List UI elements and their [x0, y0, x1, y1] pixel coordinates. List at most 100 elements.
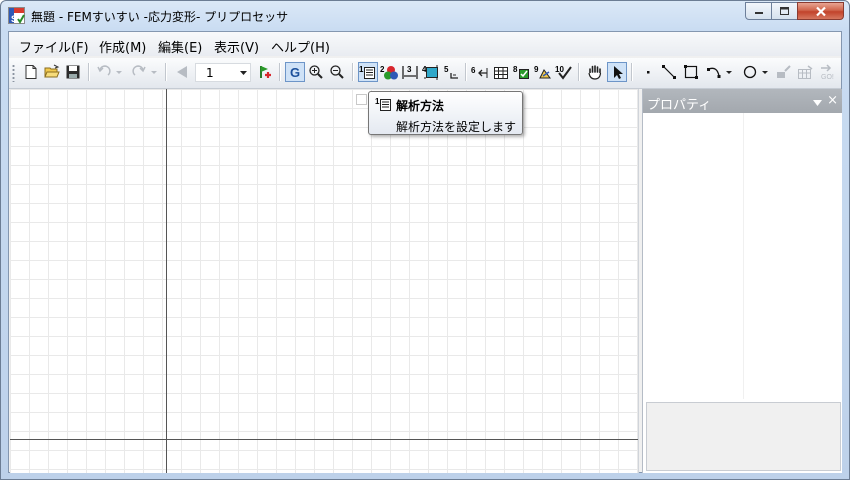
step4-mesh-button[interactable]: 4 — [421, 62, 441, 82]
menu-file[interactable]: ファイル(F) — [19, 37, 89, 56]
save-button[interactable] — [63, 62, 83, 82]
line-icon — [662, 65, 676, 79]
step10-check-icon: 10 — [555, 65, 572, 80]
tooltip-anchor-marker — [356, 94, 367, 105]
svg-text:1: 1 — [359, 65, 364, 74]
step-select-value: 1 — [206, 66, 214, 80]
toolbar-separator — [88, 63, 90, 81]
step10-check-button[interactable]: 10 — [554, 62, 574, 82]
app-icon[interactable]: S — [8, 7, 25, 24]
select-pointer-button[interactable] — [607, 62, 627, 82]
hand-pan-icon — [588, 65, 602, 80]
toolbar-grip[interactable] — [12, 64, 15, 82]
open-folder-icon — [44, 64, 60, 78]
tooltip: 1 解析方法 解析方法を設定します — [368, 91, 523, 135]
properties-header[interactable]: プロパティ × — [643, 89, 842, 113]
toolbar-separator — [631, 63, 633, 81]
maximize-icon — [780, 7, 789, 15]
app-icon-letter: S — [11, 14, 17, 24]
step8-button[interactable]: 8 — [512, 62, 532, 82]
minimize-icon — [754, 12, 763, 14]
svg-text:3: 3 — [407, 65, 412, 74]
svg-text:1: 1 — [375, 97, 380, 106]
properties-close-icon[interactable]: × — [827, 94, 838, 107]
x-axis-line — [10, 439, 638, 440]
pointer-icon — [614, 66, 623, 79]
svg-text:9: 9 — [534, 65, 539, 74]
step-select[interactable]: 1 — [195, 63, 251, 82]
dropdown-arrow-icon[interactable] — [813, 95, 822, 109]
prev-step-button[interactable] — [172, 62, 192, 82]
menu-create[interactable]: 作成(M) — [99, 37, 146, 56]
toolbar-separator — [352, 63, 354, 81]
svg-text:2: 2 — [380, 65, 385, 74]
step4-mesh-icon: 4 — [422, 65, 438, 80]
y-axis-line — [166, 89, 167, 473]
menu-edit[interactable]: 編集(E) — [158, 37, 202, 56]
step6-constraint-icon: 6 — [471, 66, 488, 78]
step3-dimension-button[interactable]: 3 — [400, 62, 420, 82]
step7-table-button[interactable] — [491, 62, 511, 82]
close-button[interactable] — [797, 2, 844, 20]
minimize-button[interactable] — [745, 2, 772, 20]
zoom-out-button[interactable] — [327, 62, 347, 82]
block-icon — [777, 65, 791, 78]
title-bar[interactable]: S 無題 - FEMすいすい -応力変形- プリプロセッサ — [1, 1, 849, 31]
step9-button[interactable]: 9 — [533, 62, 553, 82]
step3-dimension-icon: 3 — [402, 65, 418, 79]
drawing-canvas[interactable] — [10, 89, 639, 473]
chevron-down-icon[interactable] — [237, 65, 249, 80]
step8-icon: 8 — [513, 65, 529, 79]
new-file-icon — [25, 65, 37, 79]
step7-table-icon — [494, 67, 508, 79]
menu-help[interactable]: ヘルプ(H) — [271, 37, 330, 56]
zoom-in-button[interactable] — [306, 62, 326, 82]
window-title: 無題 - FEMすいすい -応力変形- プリプロセッサ — [31, 10, 289, 24]
zoom-out-icon — [330, 65, 344, 79]
go-run-button[interactable]: GO! — [817, 62, 837, 82]
menu-view[interactable]: 表示(V) — [214, 37, 259, 56]
grid-g-icon: G — [290, 65, 300, 80]
toolbar-separator — [578, 63, 580, 81]
step2-material-button[interactable]: 2 — [379, 62, 399, 82]
step1-analysis-icon: 1 — [359, 65, 375, 79]
undo-button[interactable] — [95, 62, 125, 82]
app-window: S 無題 - FEMすいすい -応力変形- プリプロセッサ ファイル(F) 作成… — [0, 0, 850, 480]
draw-rectangle-button[interactable] — [681, 62, 701, 82]
mesh-grid-button[interactable] — [795, 62, 815, 82]
new-file-button[interactable] — [21, 62, 41, 82]
close-icon — [815, 6, 826, 16]
draw-circle-button[interactable] — [741, 62, 771, 82]
property-grid-divider — [743, 113, 744, 399]
step6-constraint-button[interactable]: 6 — [470, 62, 490, 82]
draw-line-button[interactable] — [659, 62, 679, 82]
pan-button[interactable] — [585, 62, 605, 82]
maximize-button[interactable] — [771, 2, 798, 20]
mesh-grid-icon — [798, 65, 813, 79]
menu-bar: ファイル(F) 作成(M) 編集(E) 表示(V) ヘルプ(H) — [9, 32, 841, 56]
properties-title: プロパティ — [647, 98, 712, 113]
add-step-button[interactable] — [255, 62, 275, 82]
arc-icon — [707, 67, 732, 78]
block-button[interactable] — [774, 62, 794, 82]
go-icon: GO! — [821, 64, 834, 81]
tooltip-description: 解析方法を設定します — [396, 120, 517, 134]
step1-analysis-button[interactable]: 1 — [358, 62, 378, 82]
svg-text:GO!: GO! — [821, 74, 834, 81]
svg-text:G: G — [290, 65, 300, 80]
open-button[interactable] — [42, 62, 62, 82]
toolbar-separator — [465, 63, 467, 81]
redo-icon — [132, 65, 157, 76]
step2-material-icon: 2 — [380, 65, 398, 80]
step5-load-button[interactable]: 5 — [442, 62, 462, 82]
redo-button[interactable] — [130, 62, 160, 82]
draw-arc-button[interactable] — [705, 62, 735, 82]
prev-step-icon — [177, 66, 187, 78]
rectangle-icon — [684, 65, 698, 79]
step9-icon: 9 — [534, 65, 551, 79]
toolbar-separator — [279, 63, 281, 81]
circle-icon — [743, 65, 768, 79]
draw-point-button[interactable] — [638, 62, 658, 82]
point-icon — [647, 71, 650, 74]
grid-snap-button[interactable]: G — [285, 62, 305, 82]
